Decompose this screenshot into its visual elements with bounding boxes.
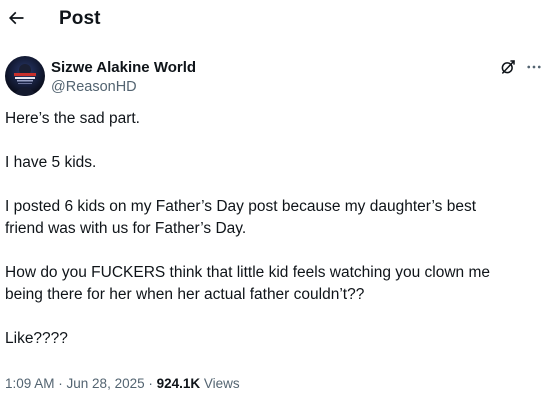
tweet-line: being there for her when her actual fath… bbox=[5, 286, 365, 303]
views-label: Views bbox=[200, 376, 240, 391]
tweet-line: I have 5 kids. bbox=[5, 154, 97, 171]
page-title: Post bbox=[59, 8, 101, 29]
separator: · bbox=[144, 376, 157, 391]
arrow-left-icon bbox=[8, 11, 24, 25]
post-date[interactable]: Jun 28, 2025 bbox=[67, 376, 145, 391]
post-time[interactable]: 1:09 AM bbox=[5, 376, 55, 391]
tweet-text: Here’s the sad part. I have 5 kids. I po… bbox=[5, 108, 545, 350]
separator: · bbox=[54, 376, 67, 391]
tweet-line: Like???? bbox=[5, 330, 68, 347]
line-break bbox=[5, 174, 545, 196]
avatar[interactable] bbox=[5, 56, 45, 96]
post-meta: 1:09 AM · Jun 28, 2025 · 924.1K Views bbox=[5, 376, 240, 391]
tweet-line: I posted 6 kids on my Father’s Day post … bbox=[5, 198, 476, 215]
tweet-line: How do you FUCKERS think that little kid… bbox=[5, 264, 491, 281]
line-break bbox=[5, 240, 545, 262]
tweet-line: Here’s the sad part. bbox=[5, 110, 140, 127]
user-handle[interactable]: @ReasonHD bbox=[51, 79, 137, 95]
more-dots-icon bbox=[527, 65, 541, 69]
more-options-button[interactable] bbox=[524, 57, 544, 77]
tweet-line: friend was with us for Father’s Day. bbox=[5, 220, 247, 237]
back-button[interactable] bbox=[2, 4, 30, 32]
grok-icon bbox=[501, 60, 515, 74]
display-name[interactable]: Sizwe Alakine World bbox=[51, 59, 196, 76]
views-count: 924.1K bbox=[156, 376, 201, 391]
line-break bbox=[5, 130, 545, 152]
post-header: Post bbox=[0, 0, 554, 40]
line-break bbox=[5, 306, 545, 328]
post-author: Sizwe Alakine World @ReasonHD bbox=[0, 54, 554, 100]
grok-button[interactable] bbox=[498, 57, 518, 77]
